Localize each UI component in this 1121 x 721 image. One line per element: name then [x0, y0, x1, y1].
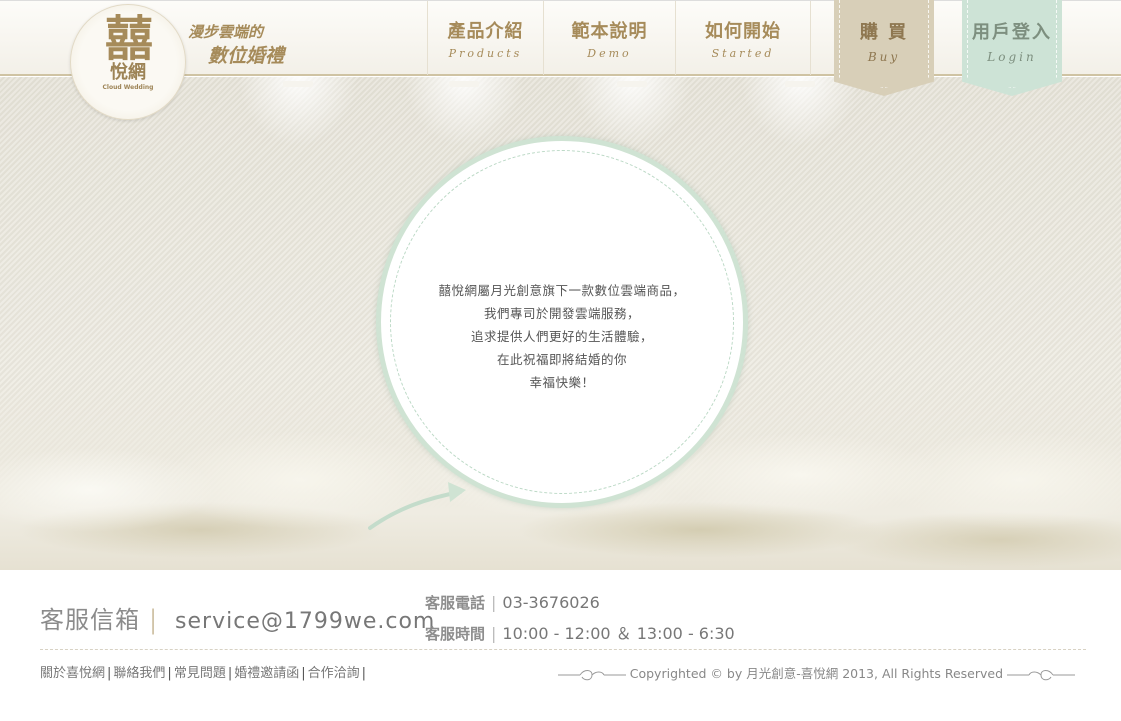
copyright: Copyrighted © by 月光創意-喜悅網 2013, All Righ… [554, 663, 1079, 682]
service-mail-link[interactable]: service@1799we.com [175, 609, 435, 634]
slogan-line-2: 數位婚禮 [208, 45, 285, 67]
intro-text: 囍悅網屬月光創意旗下一款數位雲端商品， 我們專司於開發雲端服務， 追求提供人們更… [381, 279, 743, 394]
footer-links: 關於喜悅網 | 聯絡我們 | 常見問題 | 婚禮邀請函 | 合作洽詢 | [40, 666, 367, 681]
nav-demo-sublabel: Demo [587, 47, 632, 60]
buy-sublabel: Buy [867, 50, 901, 64]
spotlight [572, 77, 692, 147]
right-ornament-icon [1007, 669, 1075, 680]
service-hours-label: 客服時間 [425, 625, 486, 643]
nav-products[interactable]: 產品介紹 Products [427, 1, 543, 75]
left-ornament-icon [557, 669, 626, 680]
login-button[interactable]: 用戶登入 Login [962, 0, 1062, 96]
divider-bar: | [148, 605, 159, 635]
buy-button[interactable]: 購 買 Buy [834, 0, 934, 96]
hero-section: 囍悅網屬月光創意旗下一款數位雲端商品， 我們專司於開發雲端服務， 追求提供人們更… [0, 77, 1121, 570]
spotlight [238, 77, 358, 147]
nav-demo[interactable]: 範本說明 Demo [543, 1, 675, 75]
service-phone: 客服電話 | 03-3676026 [425, 592, 600, 613]
site-logo[interactable]: 囍 悅網 Cloud Wedding [70, 4, 186, 120]
service-phone-value: 03-3676026 [502, 593, 600, 612]
divider-bar: | [491, 593, 497, 612]
nav-started-label: 如何開始 [705, 21, 781, 42]
login-label: 用戶登入 [972, 22, 1052, 43]
logo-mark: 囍 [104, 11, 153, 67]
spotlight [740, 77, 860, 147]
buy-label: 購 買 [859, 22, 909, 43]
login-sublabel: Login [987, 50, 1037, 64]
footer-link-contact[interactable]: 聯絡我們 [113, 666, 165, 681]
nav-started[interactable]: 如何開始 Started [675, 1, 811, 75]
site-footer: 客服信箱 | service@1799we.com 客服電話 | 03-367602… [0, 570, 1121, 721]
logo-name: 悅網 [110, 62, 146, 83]
spotlight [404, 77, 524, 147]
divider-bar: | [491, 624, 497, 643]
footer-divider [40, 649, 1086, 650]
nav-demo-label: 範本說明 [571, 21, 648, 42]
intro-line: 追求提供人們更好的生活體驗， [470, 329, 653, 344]
service-mail: 客服信箱 | service@1799we.com [40, 600, 435, 635]
intro-line: 囍悅網屬月光創意旗下一款數位雲端商品， [438, 283, 686, 298]
copyright-text: Copyrighted © by 月光創意-喜悅網 2013, All Righ… [629, 666, 1003, 681]
intro-bubble: 囍悅網屬月光創意旗下一款數位雲端商品， 我們專司於開發雲端服務， 追求提供人們更… [376, 136, 748, 508]
slogan-line-1: 漫步雲端的 [188, 23, 264, 41]
service-phone-label: 客服電話 [425, 594, 486, 612]
nav-products-sublabel: Products [448, 47, 523, 60]
service-mail-label: 客服信箱 [40, 606, 140, 634]
nav-products-label: 產品介紹 [447, 21, 524, 42]
service-hours: 客服時間 | 10:00 - 12:00 ＆ 13:00 - 6:30 [425, 620, 735, 644]
footer-link-invitation[interactable]: 婚禮邀請函 [234, 666, 299, 681]
nav-started-sublabel: Started [711, 47, 775, 60]
footer-link-about[interactable]: 關於喜悅網 [40, 666, 105, 681]
intro-line: 幸福快樂！ [529, 375, 595, 390]
intro-line: 我們專司於開發雲端服務， [483, 306, 640, 321]
footer-link-faq[interactable]: 常見問題 [174, 666, 226, 681]
logo-english: Cloud Wedding [102, 84, 154, 91]
speech-bubble-tail [368, 482, 466, 530]
intro-line: 在此祝福即將結婚的你 [496, 352, 627, 367]
footer-link-cooperation[interactable]: 合作洽詢 [308, 666, 360, 681]
service-hours-value: 10:00 - 12:00 ＆ 13:00 - 6:30 [502, 624, 735, 643]
